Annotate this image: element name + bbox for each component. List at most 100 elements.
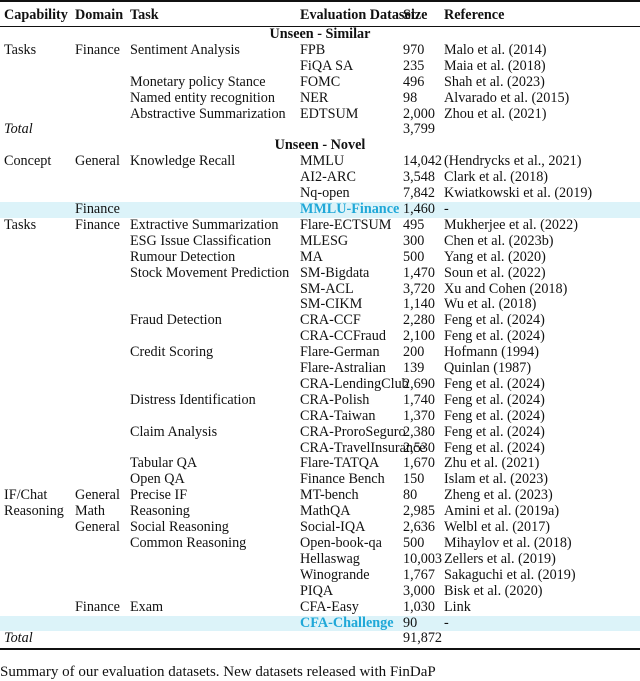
cell-reference: Bisk et al. (2020) bbox=[444, 582, 543, 599]
table-row: CRA-Taiwan 1,370 Feng et al. (2024) bbox=[0, 407, 640, 425]
cell-capability bbox=[0, 441, 71, 457]
table-row: AI2-ARC 3,548 Clark et al. (2018) bbox=[0, 169, 640, 186]
cell-size: 2,636 bbox=[403, 519, 435, 536]
empty-cell bbox=[296, 122, 399, 138]
cell-dataset: CRA-LendingClub bbox=[300, 375, 409, 392]
cell-domain bbox=[71, 584, 126, 600]
cell-capability bbox=[0, 186, 71, 202]
table-row: Reasoning Math Reasoning MathQA 2,985 Amini e… bbox=[0, 503, 640, 520]
cell-domain: Finance bbox=[75, 598, 120, 615]
cell-domain bbox=[71, 266, 126, 282]
cell-capability bbox=[0, 266, 71, 282]
cell-size: 3,720 bbox=[403, 280, 435, 297]
cell-dataset: CFA-Easy bbox=[300, 598, 359, 615]
table-row: ESG Issue Classification MLESG 300 Chen et … bbox=[0, 232, 640, 250]
section-header-row: Unseen - Similar bbox=[0, 26, 640, 43]
table-row-new-dataset: CFA-Challenge 90- bbox=[0, 615, 640, 632]
cell-dataset: EDTSUM bbox=[300, 105, 359, 122]
table-row: CRA-CCFraud 2,100 Feng et al. (2024) bbox=[0, 328, 640, 345]
cell-size: 2,690 bbox=[403, 375, 435, 392]
cell-size: 1,370 bbox=[403, 407, 435, 424]
cell-dataset: Social-IQA bbox=[300, 519, 366, 536]
cell-task: Claim Analysis bbox=[130, 423, 218, 440]
cell-size: 300 bbox=[403, 232, 425, 249]
table-row: Credit Scoring Flare-German 200 Hofmann (19… bbox=[0, 344, 640, 361]
cell-domain bbox=[71, 313, 126, 329]
cell-task: Rumour Detection bbox=[130, 248, 236, 265]
cell-domain bbox=[71, 441, 126, 457]
cell-reference: Mihaylov et al. (2018) bbox=[444, 535, 572, 551]
cell-reference: Mukherjee et al. (2022) bbox=[444, 216, 578, 233]
cell-domain bbox=[71, 250, 126, 266]
empty-cell bbox=[126, 122, 296, 138]
cell-capability: Tasks bbox=[4, 41, 37, 58]
cell-dataset: MMLU bbox=[300, 153, 345, 170]
cell-domain bbox=[71, 393, 126, 409]
table-row: Fraud Detection CRA-CCF 2,280 Feng et al. (… bbox=[0, 312, 640, 329]
cell-dataset: MT-bench bbox=[300, 487, 359, 504]
cell-capability bbox=[0, 472, 71, 488]
cell-capability bbox=[0, 377, 71, 393]
cell-reference: Malo et al. (2014) bbox=[444, 41, 547, 58]
cell-capability bbox=[0, 409, 71, 425]
cell-task: ESG Issue Classification bbox=[130, 232, 272, 249]
cell-capability: IF/Chat bbox=[4, 487, 48, 504]
cell-capability bbox=[0, 297, 71, 313]
cell-domain: Finance bbox=[71, 201, 126, 218]
cell-dataset: Flare-ECTSUM bbox=[300, 216, 392, 233]
cell-capability bbox=[0, 75, 71, 91]
table-row: Claim Analysis CRA-ProroSeguro 2,380 Feng e… bbox=[0, 423, 640, 441]
cell-capability bbox=[0, 282, 71, 298]
cell-size: 2,985 bbox=[403, 503, 435, 520]
cell-dataset: FPB bbox=[300, 41, 326, 58]
table-row: Hellaswag 10,003 Zellers et al. (2019) bbox=[0, 551, 640, 568]
section-title: Unseen - Similar bbox=[269, 26, 371, 42]
table-body: Unseen - Similar Tasks Finance Sentiment An… bbox=[0, 26, 640, 650]
cell-reference: Shah et al. (2023) bbox=[444, 73, 545, 90]
cell-reference: - bbox=[440, 201, 640, 218]
table-row-new-dataset: Finance MMLU-Finance 1,460- bbox=[0, 201, 640, 218]
cell-size: 500 bbox=[403, 248, 425, 265]
cell-dataset: MMLU-Finance bbox=[296, 201, 399, 218]
cell-size: 2,280 bbox=[403, 312, 435, 329]
cell-dataset: FOMC bbox=[300, 73, 341, 90]
cell-task bbox=[126, 409, 296, 425]
total-size: 91,872 bbox=[403, 630, 443, 647]
section-title: Unseen - Novel bbox=[274, 137, 366, 154]
empty-cell bbox=[440, 122, 640, 138]
cell-size: 1,030 bbox=[403, 598, 435, 615]
cell-task: Stock Movement Prediction bbox=[130, 264, 290, 281]
cell-capability bbox=[0, 568, 71, 584]
cell-task bbox=[126, 361, 296, 377]
total-label: Total bbox=[4, 121, 33, 138]
cell-capability bbox=[0, 345, 71, 361]
table-row: FiQA SA 235 Maia et al. (2018) bbox=[0, 58, 640, 75]
cell-reference: Soun et al. (2022) bbox=[444, 264, 546, 281]
cell-task: Abstractive Summarization bbox=[130, 105, 286, 122]
cell-domain bbox=[71, 329, 126, 345]
cell-domain: General bbox=[75, 519, 120, 536]
cell-domain: Finance bbox=[75, 41, 120, 58]
cell-dataset: Finance Bench bbox=[300, 471, 385, 488]
cell-task: Reasoning bbox=[130, 503, 190, 520]
table-row: Named entity recognition NER 98 Alvarado et… bbox=[0, 90, 640, 107]
cell-task: Common Reasoning bbox=[130, 535, 247, 551]
table-row: SM-CIKM 1,140 Wu et al. (2018) bbox=[0, 297, 640, 313]
cell-task: Distress Identification bbox=[130, 391, 256, 408]
cell-reference: Feng et al. (2024) bbox=[444, 407, 545, 424]
cell-capability bbox=[0, 170, 71, 186]
table-row: Finance Exam CFA-Easy 1,030 Link bbox=[0, 598, 640, 616]
header-dataset: Evaluation Dataset bbox=[300, 7, 416, 23]
cell-capability: Reasoning bbox=[4, 503, 64, 520]
table-row: CRA-TravelInsurance 2,530 Feng et al. (202… bbox=[0, 440, 640, 457]
cell-capability bbox=[0, 600, 71, 616]
empty-cell bbox=[296, 631, 399, 649]
cell-domain: Finance bbox=[75, 216, 120, 233]
cell-capability bbox=[0, 615, 71, 632]
cell-domain bbox=[71, 59, 126, 75]
cell-task: Exam bbox=[130, 598, 164, 615]
cell-size: 1,740 bbox=[403, 391, 435, 408]
cell-task: Open QA bbox=[130, 471, 185, 488]
cell-capability bbox=[0, 107, 71, 123]
cell-domain: Math bbox=[75, 503, 105, 520]
